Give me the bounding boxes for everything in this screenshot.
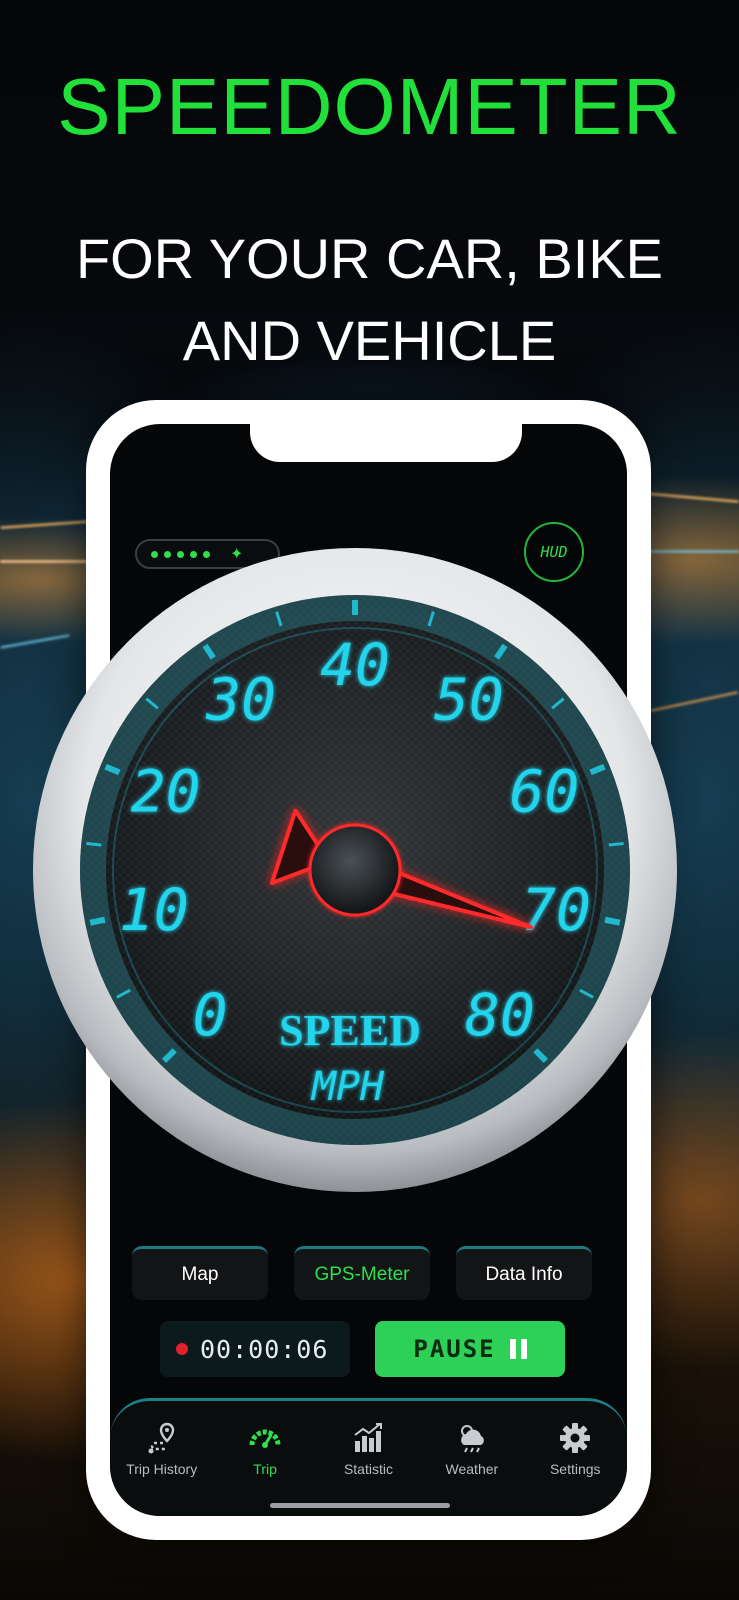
nav-statistic[interactable]: Statistic bbox=[318, 1421, 418, 1477]
nav-label: Trip History bbox=[126, 1461, 198, 1477]
speedometer-gauge: 010 2030 40 5060 70 80 SPEED MPH bbox=[33, 548, 677, 1192]
route-pin-icon bbox=[148, 1422, 174, 1454]
subline-line-1: FOR YOUR CAR, BIKE bbox=[75, 227, 664, 290]
gauge-speed-label: 30 bbox=[205, 666, 276, 734]
nav-trip-history[interactable]: Trip History bbox=[112, 1421, 212, 1477]
nav-label: Trip bbox=[253, 1461, 277, 1477]
gauge-tick bbox=[604, 916, 621, 926]
pause-icon bbox=[509, 1339, 527, 1359]
gauge-unit: MPH bbox=[310, 1064, 385, 1110]
gauge-speed-label: 10 bbox=[119, 876, 189, 944]
gauge-unit-title: SPEED bbox=[279, 1006, 421, 1055]
gauge-tick bbox=[86, 842, 102, 847]
mode-tabs: Map GPS-Meter Data Info bbox=[132, 1246, 592, 1300]
tab-data-info[interactable]: Data Info bbox=[456, 1246, 592, 1300]
recording-dot-icon bbox=[176, 1343, 188, 1355]
bottom-navigation: Trip History Trip Statistic Weather Sett… bbox=[110, 1398, 627, 1516]
timer-value: 00:00:06 bbox=[200, 1334, 329, 1364]
gauge-speed-label: 80 bbox=[465, 981, 535, 1049]
subline-line-2: AND VEHICLE bbox=[182, 309, 557, 372]
pause-label: PAUSE bbox=[413, 1335, 496, 1363]
gauge-tick bbox=[89, 916, 106, 926]
gauge-speed-label: 40 bbox=[320, 631, 390, 699]
tab-gps-meter[interactable]: GPS-Meter bbox=[294, 1246, 430, 1300]
gauge-speed-label: 20 bbox=[131, 758, 201, 826]
speedometer-icon bbox=[249, 1429, 281, 1448]
nav-settings[interactable]: Settings bbox=[525, 1421, 625, 1477]
bar-chart-icon bbox=[354, 1423, 383, 1452]
gauge-speed-label: 60 bbox=[509, 758, 579, 826]
nav-label: Weather bbox=[445, 1461, 499, 1477]
home-indicator bbox=[270, 1503, 450, 1508]
nav-trip[interactable]: Trip bbox=[215, 1421, 315, 1477]
nav-weather[interactable]: Weather bbox=[422, 1421, 522, 1477]
gear-icon bbox=[560, 1423, 591, 1453]
nav-label: Statistic bbox=[343, 1461, 393, 1477]
gauge-tick bbox=[608, 842, 624, 847]
gauge-speed-label: 50 bbox=[434, 666, 504, 734]
trip-timer: 00:00:06 bbox=[160, 1321, 350, 1377]
gauge-hub bbox=[308, 823, 402, 917]
headline: SPEEDOMETER bbox=[57, 62, 682, 151]
phone-notch bbox=[250, 424, 522, 462]
tab-map[interactable]: Map bbox=[132, 1246, 268, 1300]
nav-label: Settings bbox=[549, 1461, 601, 1477]
subline: FOR YOUR CAR, BIKE AND VEHICLE bbox=[0, 218, 739, 382]
pause-button[interactable]: PAUSE bbox=[375, 1321, 565, 1377]
weather-cloud-icon bbox=[460, 1425, 484, 1453]
gauge-speed-label: 0 bbox=[193, 981, 228, 1049]
gauge-speed-label: 70 bbox=[521, 876, 591, 944]
